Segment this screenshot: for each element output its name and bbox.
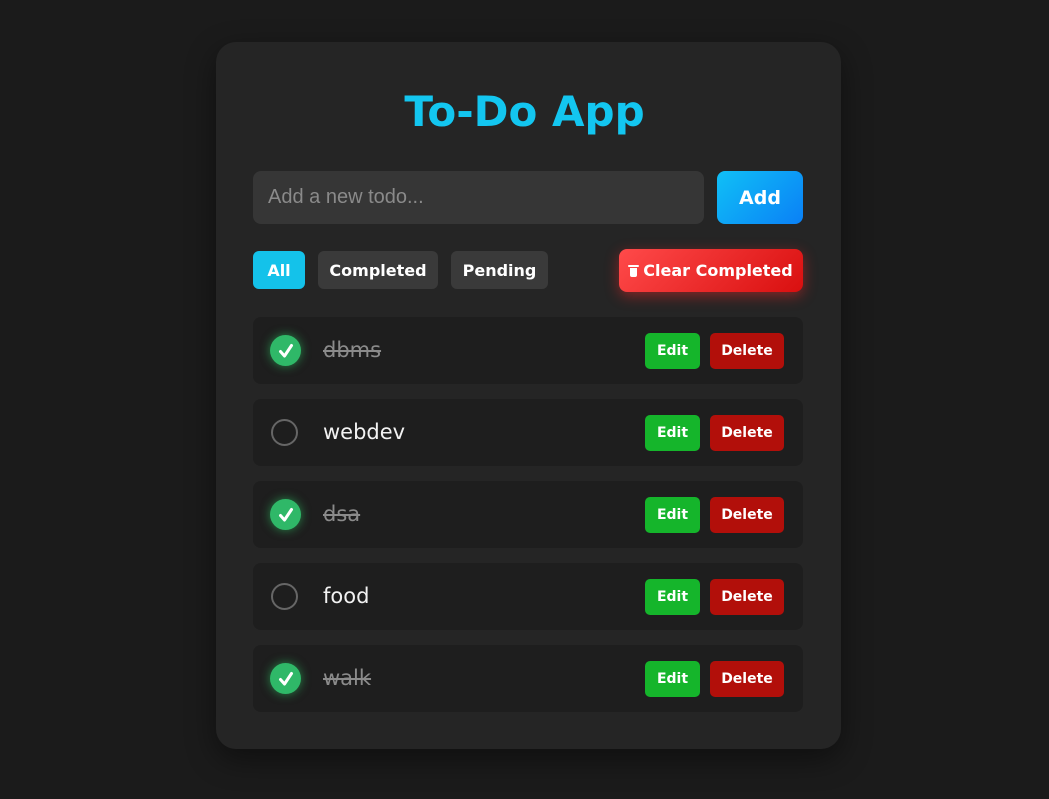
todo-checkbox[interactable] xyxy=(270,663,301,694)
checkmark-icon xyxy=(278,507,293,521)
edit-button[interactable]: Edit xyxy=(645,579,700,615)
filter-all-button[interactable]: All xyxy=(253,251,305,289)
clear-completed-button[interactable]: Clear Completed xyxy=(619,249,803,292)
todo-checkbox[interactable] xyxy=(271,583,298,610)
checkmark-icon xyxy=(278,343,293,357)
page-title: To-Do App xyxy=(404,87,645,136)
filter-completed-button[interactable]: Completed xyxy=(318,251,438,289)
todo-item: dsa Edit Delete xyxy=(253,481,803,548)
todo-text: dsa xyxy=(323,502,361,526)
todo-text: walk xyxy=(323,666,372,690)
todo-checkbox[interactable] xyxy=(271,419,298,446)
todo-item: walk Edit Delete xyxy=(253,645,803,712)
edit-button[interactable]: Edit xyxy=(645,497,700,533)
add-button[interactable]: Add xyxy=(717,171,803,224)
todo-text: dbms xyxy=(323,338,382,362)
trash-icon xyxy=(628,264,640,277)
todo-text: food xyxy=(323,584,370,608)
todo-list: dbms Edit Delete webdev Edit Delete dsa … xyxy=(253,317,803,727)
todo-checkbox[interactable] xyxy=(270,499,301,530)
edit-button[interactable]: Edit xyxy=(645,661,700,697)
clear-completed-label: Clear Completed xyxy=(643,261,793,280)
todo-item: food Edit Delete xyxy=(253,563,803,630)
delete-button[interactable]: Delete xyxy=(710,661,784,697)
filter-pending-button[interactable]: Pending xyxy=(451,251,548,289)
new-todo-input[interactable] xyxy=(253,171,704,224)
edit-button[interactable]: Edit xyxy=(645,415,700,451)
checkmark-icon xyxy=(278,671,293,685)
delete-button[interactable]: Delete xyxy=(710,497,784,533)
todo-item: dbms Edit Delete xyxy=(253,317,803,384)
todo-item: webdev Edit Delete xyxy=(253,399,803,466)
delete-button[interactable]: Delete xyxy=(710,415,784,451)
edit-button[interactable]: Edit xyxy=(645,333,700,369)
todo-text: webdev xyxy=(323,420,406,444)
delete-button[interactable]: Delete xyxy=(710,333,784,369)
delete-button[interactable]: Delete xyxy=(710,579,784,615)
todo-checkbox[interactable] xyxy=(270,335,301,366)
